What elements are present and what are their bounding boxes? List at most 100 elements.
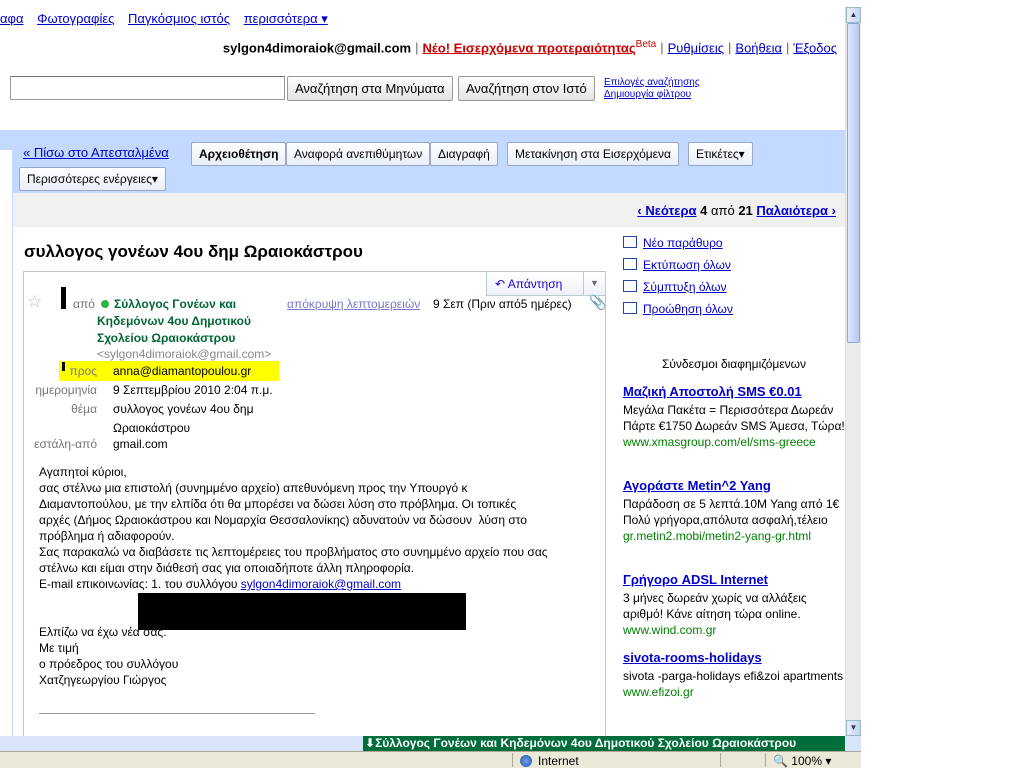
report-spam-button[interactable]: Αναφορά ανεπιθύμητων — [286, 142, 431, 166]
closing-line: Χατζηγεωργίου Γιώργος — [39, 673, 167, 687]
search-options-link[interactable]: Επιλογές αναζήτησης — [604, 77, 700, 89]
to-label: προς — [69, 364, 97, 378]
download-arrow-icon: ⬇ — [365, 736, 376, 750]
search-web-button[interactable]: Αναζήτηση στον Ιστό — [458, 76, 595, 101]
sender-email: <sylgon4dimoraiok@gmail.com> — [97, 347, 272, 361]
scroll-down-icon[interactable]: ▼ — [846, 720, 861, 736]
reply-arrow-icon: ↶ — [495, 277, 506, 291]
attachment-icon: 📎 — [589, 294, 607, 310]
left-nav-panel — [0, 150, 13, 736]
reply-label: ↶ Απάντηση — [495, 277, 563, 291]
older-link[interactable]: Παλαιότερα › — [756, 203, 836, 218]
ad-title-link[interactable]: Γρήγορο ADSL Internet — [623, 572, 845, 588]
ad-url[interactable]: gr.metin2.mobi/metin2-yang-gr.html — [623, 528, 845, 544]
from-label: από — [73, 297, 95, 311]
signature-divider — [39, 713, 315, 714]
help-link[interactable]: Βοήθεια — [735, 40, 782, 55]
body-line: πρόβλημα ή αδιαφορούν. — [39, 529, 175, 543]
collapse-all-action[interactable]: Σύμπτυξη όλων — [623, 280, 727, 294]
contact-line: E-mail επικοινωνίας: 1. του συλλόγου syl… — [39, 577, 402, 591]
download-item[interactable]: ⬇Σύλλογος Γονέων και Κηδεμόνων 4ου Δημοτ… — [363, 736, 845, 751]
redaction-bar — [61, 287, 66, 309]
zoom-icon: 🔍 — [773, 754, 788, 768]
ad-title-link[interactable]: Αγοράστε Metin^2 Yang — [623, 478, 845, 494]
hide-details-link[interactable]: απόκρυψη λεπτομερειών — [287, 297, 420, 311]
print-all-action[interactable]: Εκτύπωση όλων — [623, 258, 731, 272]
message-toolbar: « Πίσω στο Απεσταλμένα Αρχειοθέτηση Αναφ… — [13, 130, 845, 193]
zoom-level[interactable]: 🔍 100% ▾ — [773, 754, 831, 768]
redaction-block — [138, 593, 466, 630]
newer-link[interactable]: ‹ Νεότερα — [637, 203, 696, 218]
ad-text: Μεγάλα Πακέτα = Περισσότερα Δωρεάν Πάρτε… — [623, 403, 845, 433]
browser-viewport: αφα Φωτογραφίες Παγκόσμιος ιστός περισσό… — [0, 0, 845, 736]
reply-button[interactable]: ↶ Απάντηση ▼ — [486, 272, 606, 296]
mailed-by-value: gmail.com — [113, 437, 168, 451]
subject-value: συλλογος γονέων 4ου δημ — [113, 402, 254, 416]
message-body: Αγαπητοί κύριοι, σας στέλνω μια επιστολή… — [39, 464, 599, 688]
labels-dropdown[interactable]: Ετικέτες▾ — [688, 142, 753, 166]
ad-url[interactable]: www.wind.com.gr — [623, 622, 845, 638]
topnav-photos[interactable]: Φωτογραφίες — [37, 11, 114, 26]
subject-value-cont: Ωραιοκάστρου — [113, 421, 191, 435]
subject-label: θέμα — [71, 402, 97, 416]
ad-title-link[interactable]: Μαζική Αποστολή SMS €0.01 — [623, 384, 845, 400]
search-mail-button[interactable]: Αναζήτηση στα Μηνύματα — [287, 76, 453, 101]
pagination-bar: ‹ Νεότερα 4 από 21 Παλαιότερα › — [13, 193, 845, 227]
browser-status-bar: Internet 🔍 100% ▾ — [0, 751, 861, 768]
sender-name[interactable]: Σύλλογος Γονέων και Κηδεμόνων 4ου Δημοτι… — [97, 296, 287, 347]
ad-url[interactable]: www.efizoi.gr — [623, 684, 845, 700]
contact-email-link[interactable]: sylgon4dimoraiok@gmail.com — [241, 577, 401, 591]
move-to-inbox-button[interactable]: Μετακίνηση στα Εισερχόμενα — [507, 142, 679, 166]
ad-text: sivota -parga-holidays efi&zoi apartment… — [623, 669, 844, 683]
create-filter-link[interactable]: Δημιουργία φίλτρου — [604, 89, 700, 101]
more-actions-dropdown[interactable]: Περισσότερες ενέργειες▾ — [19, 167, 166, 191]
date-label: ημερομηνία — [35, 383, 97, 397]
vertical-scrollbar[interactable]: ▲ ▼ — [845, 7, 861, 736]
security-zone: Internet — [520, 754, 579, 768]
globe-icon — [520, 755, 532, 767]
online-status-icon — [101, 300, 109, 308]
closing-line: ο πρόεδρος του συλλόγου — [39, 657, 179, 671]
pagination: ‹ Νεότερα 4 από 21 Παλαιότερα › — [637, 203, 836, 218]
message-card: ↶ Απάντηση ▼ ☆ από Σύλλογος Γονέων και Κ… — [23, 271, 606, 736]
ad-item: Μαζική Αποστολή SMS €0.01 Μεγάλα Πακέτα … — [623, 384, 845, 450]
archive-button[interactable]: Αρχειοθέτηση — [191, 142, 287, 166]
body-line: Διαμαντοπούλου, με την ελπίδα ότι θα μπο… — [39, 497, 517, 511]
reply-dropdown-icon[interactable]: ▼ — [583, 272, 605, 295]
of-label: από — [710, 203, 735, 218]
conversation-subject: συλλογος γονέων 4ου δημ Ωραιοκάστρου — [24, 242, 363, 261]
ad-item: Αγοράστε Metin^2 Yang Παράδοση σε 5 λεπτ… — [623, 478, 845, 544]
topnav-web[interactable]: Παγκόσμιος ιστός — [128, 11, 230, 26]
mailed-by-label: εστάλη-από — [34, 437, 97, 451]
new-window-action[interactable]: Νέο παράθυρο — [623, 236, 723, 250]
search-options: Επιλογές αναζήτησης Δημιουργία φίλτρου — [604, 77, 700, 101]
body-line: αρχές (Δήμος Ωραιοκάστρου και Νομαρχία Θ… — [39, 513, 527, 527]
forward-icon — [623, 302, 637, 314]
current-index: 4 — [700, 203, 708, 218]
ad-item: Γρήγορο ADSL Internet 3 μήνες δωρεάν χωρ… — [623, 572, 845, 638]
beta-badge: Beta — [635, 39, 657, 50]
message-date-short: 9 Σεπ (Πριν από5 ημέρες) — [433, 297, 572, 311]
logout-link[interactable]: Έξοδος — [793, 40, 837, 55]
top-nav: αφα Φωτογραφίες Παγκόσμιος ιστός περισσό… — [0, 11, 338, 27]
topnav-item[interactable]: αφα — [0, 11, 23, 26]
back-to-sent-link[interactable]: « Πίσω στο Απεσταλμένα — [23, 145, 169, 160]
printer-icon — [623, 258, 637, 270]
body-line: σας στέλνω μια επιστολή (συνημμένο αρχεί… — [39, 481, 468, 495]
closing-line: Με τιμή — [39, 641, 79, 655]
priority-inbox-link[interactable]: Νέο! Εισερχόμενα προτεραιότητας — [423, 40, 636, 55]
new-window-icon — [623, 236, 637, 248]
ad-text: Παράδοση σε 5 λεπτά.10M Yang από 1€ Πολύ… — [623, 497, 840, 527]
total-count: 21 — [738, 203, 753, 218]
star-icon[interactable]: ☆ — [27, 292, 42, 312]
user-email: sylgon4dimoraiok@gmail.com — [222, 40, 412, 56]
scroll-up-icon[interactable]: ▲ — [846, 7, 861, 23]
topnav-more[interactable]: περισσότερα ▾ — [244, 11, 328, 26]
settings-link[interactable]: Ρυθμίσεις — [668, 40, 724, 55]
ad-url[interactable]: www.xmasgroup.com/el/sms-greece — [623, 434, 845, 450]
scrollbar-thumb[interactable] — [847, 23, 860, 343]
search-input[interactable] — [10, 76, 285, 100]
forward-all-action[interactable]: Προώθηση όλων — [623, 302, 733, 316]
ad-title-link[interactable]: sivota-rooms-holidays — [623, 650, 845, 666]
delete-button[interactable]: Διαγραφή — [430, 142, 498, 166]
